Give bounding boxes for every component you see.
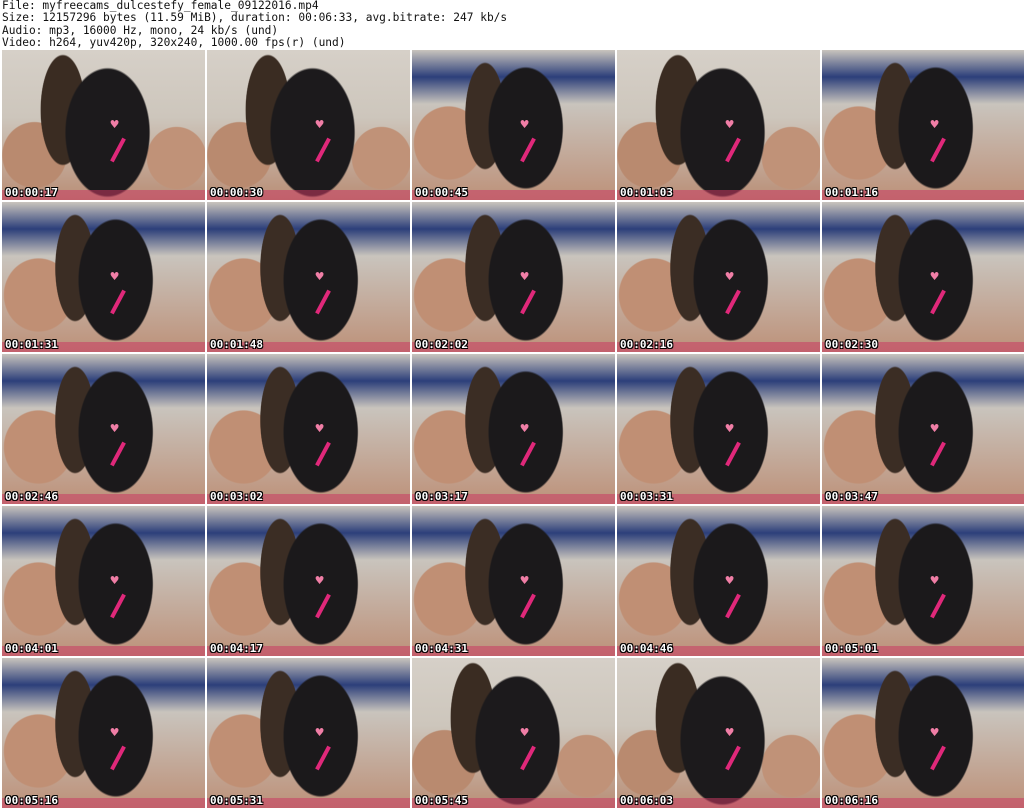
video-info-line: Video: h264, yuv420p, 320x240, 1000.00 f…: [2, 36, 346, 50]
thumbnail: ♥ 00:02:16: [617, 202, 820, 352]
thumbnail-timestamp: 00:00:17: [5, 186, 58, 199]
thumbnail: ♥ 00:06:16: [822, 658, 1024, 808]
thumbnail: ♥ 00:04:17: [207, 506, 410, 656]
thumbnail: ♥ 00:03:31: [617, 354, 820, 504]
thumbnail-timestamp: 00:05:16: [5, 794, 58, 807]
thumbnail-timestamp: 00:03:31: [620, 490, 673, 503]
thumbnail-timestamp: 00:03:02: [210, 490, 263, 503]
thumbnail: ♥ 00:04:01: [2, 506, 205, 656]
thumbnail: ♥ 00:00:45: [412, 50, 615, 200]
thumbnail-timestamp: 00:04:31: [415, 642, 468, 655]
file-info-header: File: myfreecams_dulcestefy_female_09122…: [2, 0, 1020, 50]
thumbnail-grid: ♥ 00:00:17 ♥ 00:00:30 ♥ 00:00:45 ♥ 00:01:03 …: [0, 50, 1024, 811]
thumbnail-timestamp: 00:05:45: [415, 794, 468, 807]
thumbnail-timestamp: 00:05:31: [210, 794, 263, 807]
thumbnail-timestamp: 00:02:16: [620, 338, 673, 351]
thumbnail: ♥ 00:02:02: [412, 202, 615, 352]
thumbnail-timestamp: 00:01:16: [825, 186, 878, 199]
thumbnail-timestamp: 00:02:46: [5, 490, 58, 503]
thumbnail-timestamp: 00:04:17: [210, 642, 263, 655]
thumbnail-timestamp: 00:06:16: [825, 794, 878, 807]
thumbnail-timestamp: 00:06:03: [620, 794, 673, 807]
thumbnail: ♥ 00:03:17: [412, 354, 615, 504]
thumbnail-timestamp: 00:04:46: [620, 642, 673, 655]
thumbnail: ♥ 00:05:31: [207, 658, 410, 808]
thumbnail: ♥ 00:06:03: [617, 658, 820, 808]
thumbnail: ♥ 00:02:46: [2, 354, 205, 504]
thumbnail: ♥ 00:00:17: [2, 50, 205, 200]
thumbnail: ♥ 00:03:47: [822, 354, 1024, 504]
thumbnail-timestamp: 00:03:47: [825, 490, 878, 503]
thumbnail: ♥ 00:03:02: [207, 354, 410, 504]
thumbnail: ♥ 00:05:45: [412, 658, 615, 808]
thumbnail-timestamp: 00:05:01: [825, 642, 878, 655]
thumbnail: ♥ 00:05:16: [2, 658, 205, 808]
thumbnail-timestamp: 00:00:45: [415, 186, 468, 199]
thumbnail: ♥ 00:04:46: [617, 506, 820, 656]
thumbnail-timestamp: 00:01:48: [210, 338, 263, 351]
thumbnail-timestamp: 00:02:02: [415, 338, 468, 351]
thumbnail-timestamp: 00:03:17: [415, 490, 468, 503]
thumbnail: ♥ 00:01:31: [2, 202, 205, 352]
thumbnail: ♥ 00:02:30: [822, 202, 1024, 352]
thumbnail-timestamp: 00:00:30: [210, 186, 263, 199]
file-size-line: Size: 12157296 bytes (11.59 MiB), durati…: [2, 11, 508, 25]
thumbnail-timestamp: 00:01:31: [5, 338, 58, 351]
thumbnail-timestamp: 00:02:30: [825, 338, 878, 351]
thumbnail: ♥ 00:04:31: [412, 506, 615, 656]
thumbnail: ♥ 00:01:16: [822, 50, 1024, 200]
thumbnail-timestamp: 00:04:01: [5, 642, 58, 655]
thumbnail: ♥ 00:01:03: [617, 50, 820, 200]
thumbnail-timestamp: 00:01:03: [620, 186, 673, 199]
thumbnail: ♥ 00:05:01: [822, 506, 1024, 656]
thumbnail: ♥ 00:01:48: [207, 202, 410, 352]
thumbnail: ♥ 00:00:30: [207, 50, 410, 200]
